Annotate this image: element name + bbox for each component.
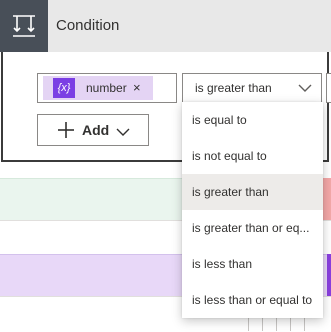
operator-dropdown-menu: is equal to is not equal to is greater t…	[182, 102, 323, 318]
option-is-not-equal-to[interactable]: is not equal to	[182, 138, 323, 174]
condition-icon-glyph	[13, 15, 35, 37]
band-purple-edge	[327, 254, 331, 296]
condition-icon	[0, 0, 48, 52]
add-button-label: Add	[82, 122, 110, 138]
chevron-down-icon[interactable]	[298, 80, 312, 98]
chevron-down-icon	[116, 124, 130, 142]
remove-token-button[interactable]: ×	[133, 80, 141, 95]
option-is-equal-to[interactable]: is equal to	[182, 102, 323, 138]
token-label: number	[86, 81, 127, 95]
condition-card-header[interactable]	[0, 0, 331, 52]
option-is-greater-than[interactable]: is greater than	[182, 174, 323, 210]
option-is-less-than-or-equal-to[interactable]: is less than or equal to	[182, 282, 323, 318]
right-operand-field[interactable]	[326, 73, 331, 103]
condition-title: Condition	[56, 17, 120, 34]
option-is-greater-than-or-equal-to[interactable]: is greater than or eq...	[182, 210, 323, 246]
option-is-less-than[interactable]: is less than	[182, 246, 323, 282]
plus-icon	[57, 121, 75, 144]
variable-icon: {x}	[53, 78, 75, 98]
band-red-edge	[323, 178, 331, 220]
operator-selected-value: is greater than	[195, 81, 272, 95]
